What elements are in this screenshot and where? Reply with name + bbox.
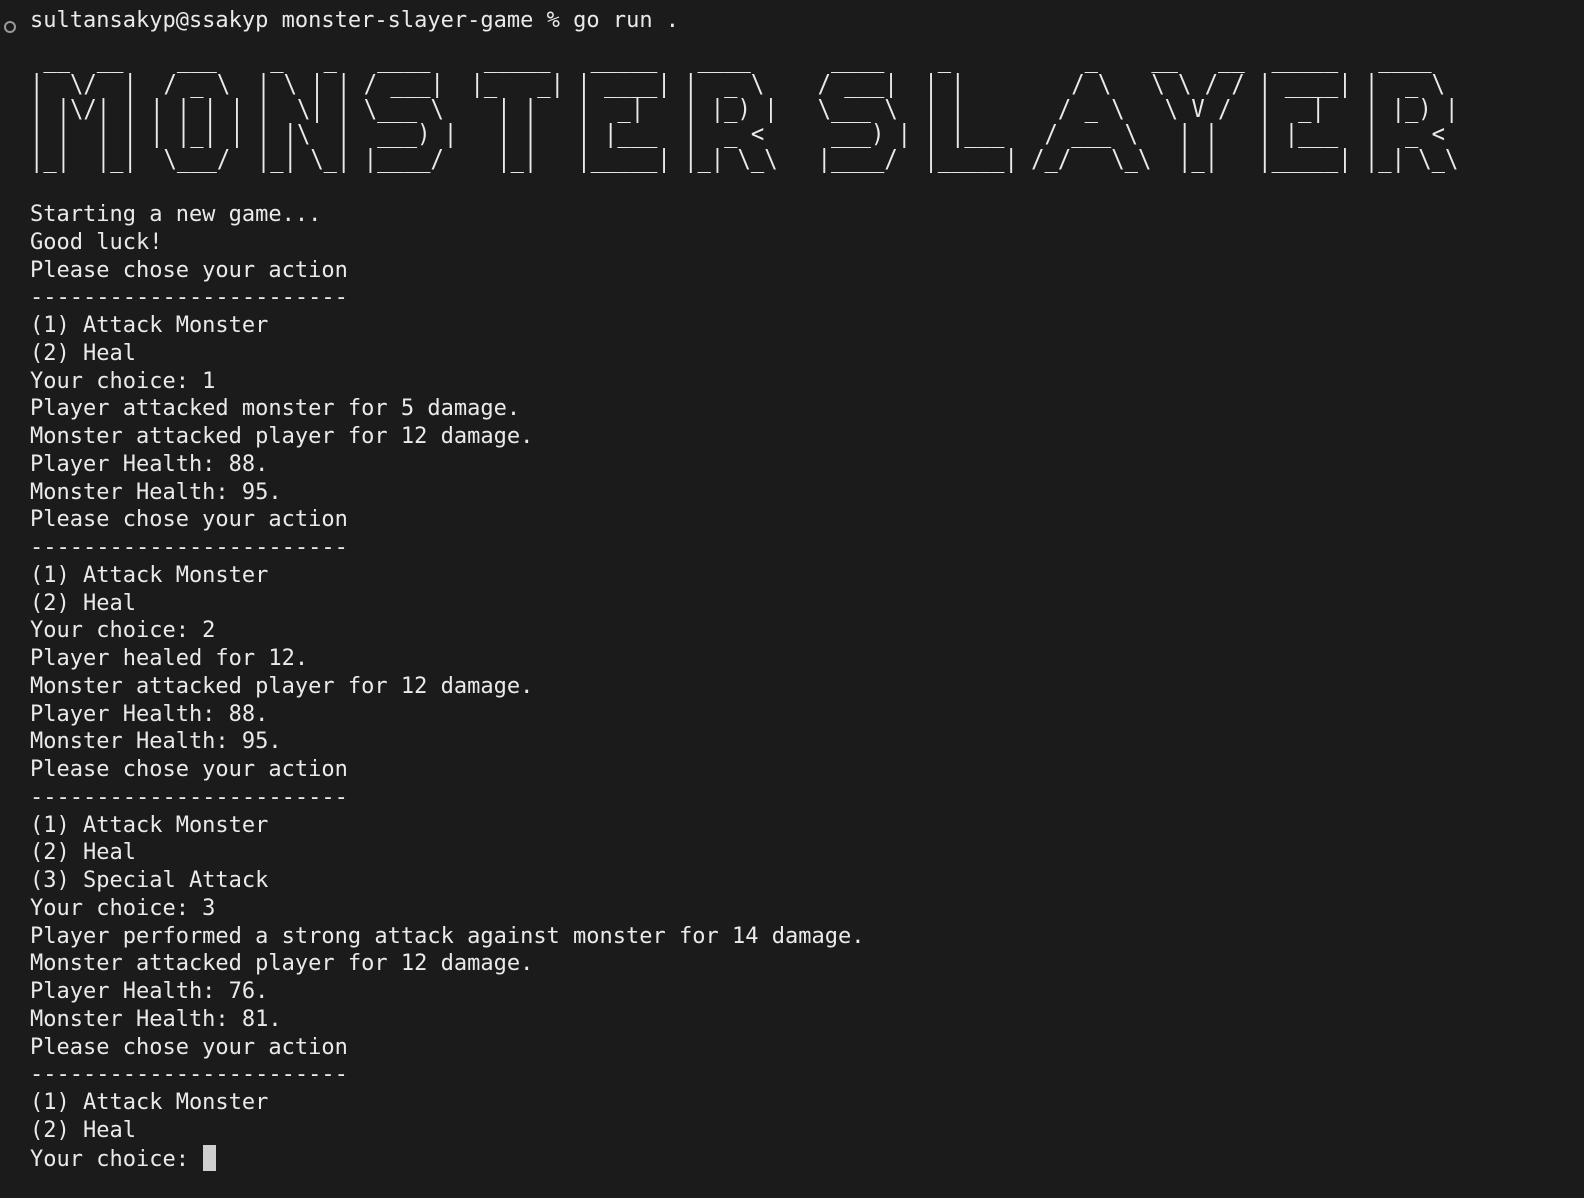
- output-line: Monster attacked player for 12 damage.: [30, 673, 534, 699]
- game-output: Starting a new game... Good luck! Please…: [30, 201, 1530, 1172]
- text-cursor: [203, 1144, 217, 1171]
- menu-option: (2) Heal: [30, 590, 136, 616]
- circle-outline-icon: [4, 21, 16, 33]
- prompt-directory: monster-slayer-game: [281, 8, 534, 33]
- output-line: Monster attacked player for 12 damage.: [30, 951, 534, 977]
- output-line: Please chose your action: [30, 1034, 348, 1060]
- player-health-line: Player Health: 88.: [30, 451, 269, 477]
- player-health-line: Player Health: 88.: [30, 701, 269, 727]
- menu-option: (2) Heal: [30, 1117, 136, 1143]
- ascii-art-banner: __ __ ___ _ _ ____ _____ _____ ____ ____…: [30, 46, 1550, 186]
- choice-prompt-label: Your choice:: [30, 1146, 203, 1172]
- monster-health-line: Monster Health: 95.: [30, 729, 282, 755]
- prompt-user-host: sultansakyp@ssakyp: [30, 8, 269, 33]
- menu-option: (1) Attack Monster: [30, 313, 269, 338]
- separator-line: ------------------------: [30, 535, 348, 560]
- output-line: Please chose your action: [30, 507, 348, 533]
- monster-health-line: Monster Health: 95.: [30, 479, 282, 505]
- output-line: Player performed a strong attack against…: [30, 923, 865, 949]
- prompt-text: sultansakyp@ssakyp monster-slayer-game %…: [30, 7, 679, 35]
- menu-option: (1) Attack Monster: [30, 812, 269, 838]
- banner-ascii-art: __ __ ___ _ _ ____ _____ _____ ____ ____…: [30, 46, 1458, 171]
- separator-line: ------------------------: [30, 285, 348, 311]
- prompt-symbol: %: [546, 8, 560, 33]
- prompt-command: go run .: [573, 8, 680, 33]
- output-line: Good luck!: [30, 229, 163, 255]
- choice-input-line[interactable]: Your choice:: [30, 1144, 1530, 1173]
- command-prompt-line: sultansakyp@ssakyp monster-slayer-game %…: [0, 7, 679, 35]
- output-line: Monster attacked player for 12 damage.: [30, 424, 534, 449]
- output-line: Please chose your action: [30, 757, 348, 782]
- choice-line: Your choice: 1: [30, 368, 216, 394]
- menu-option: (1) Attack Monster: [30, 1090, 269, 1115]
- menu-option: (2) Heal: [30, 340, 136, 366]
- menu-option: (1) Attack Monster: [30, 562, 269, 588]
- menu-option: (3) Special Attack: [30, 868, 269, 893]
- monster-health-line: Monster Health: 81.: [30, 1006, 282, 1032]
- banner-ascii-line: |_| |_| \___/ |_| \_| |____/ |_| |_____|…: [30, 144, 1459, 173]
- player-health-line: Player Health: 76.: [30, 979, 269, 1004]
- separator-line: ------------------------: [30, 784, 348, 810]
- separator-line: ------------------------: [30, 1062, 348, 1088]
- menu-option: (2) Heal: [30, 840, 136, 866]
- terminal-window[interactable]: sultansakyp@ssakyp monster-slayer-game %…: [0, 0, 1584, 1198]
- choice-line: Your choice: 2: [30, 618, 216, 644]
- output-line: Player attacked monster for 5 damage.: [30, 396, 521, 422]
- output-line: Please chose your action: [30, 257, 348, 283]
- choice-line: Your choice: 3: [30, 895, 216, 921]
- output-line: Player healed for 12.: [30, 646, 309, 671]
- output-line: Starting a new game...: [30, 202, 322, 227]
